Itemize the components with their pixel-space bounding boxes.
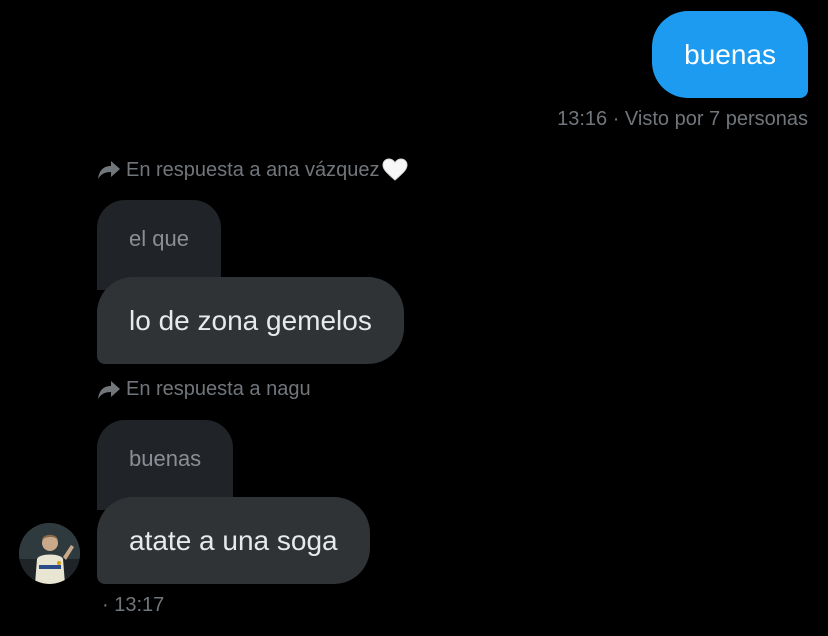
quoted-message-text: buenas: [129, 446, 202, 471]
reply-context[interactable]: En respuesta a ana vázquez: [97, 158, 413, 182]
white-heart-icon: [382, 158, 408, 181]
incoming-message-text: lo de zona gemelos: [129, 304, 372, 336]
incoming-message-bubble[interactable]: lo de zona gemelos: [97, 277, 404, 364]
reply-arrow-icon: [98, 161, 120, 179]
outgoing-message-time: 13:16: [557, 108, 608, 130]
outgoing-message-bubble[interactable]: buenas: [652, 11, 808, 98]
incoming-message-text: atate a una soga: [129, 524, 338, 556]
reply-context[interactable]: En respuesta a nagu: [97, 378, 311, 401]
quoted-message-text: el que: [129, 226, 189, 251]
avatar-image: [19, 523, 80, 584]
outgoing-message-text: buenas: [684, 38, 776, 70]
reply-context-label: En respuesta a nagu: [126, 378, 311, 400]
incoming-message-time: · 13:17: [102, 594, 165, 616]
reply-arrow-icon: [98, 380, 120, 399]
seen-by-status: · Visto por 7 personas: [612, 108, 808, 130]
user-avatar[interactable]: [19, 523, 80, 584]
incoming-message-bubble[interactable]: atate a una soga: [97, 497, 370, 584]
outgoing-message-meta: 13:16 · Visto por 7 personas: [557, 108, 808, 131]
reply-context-label: En respuesta a ana vázquez: [126, 158, 380, 181]
